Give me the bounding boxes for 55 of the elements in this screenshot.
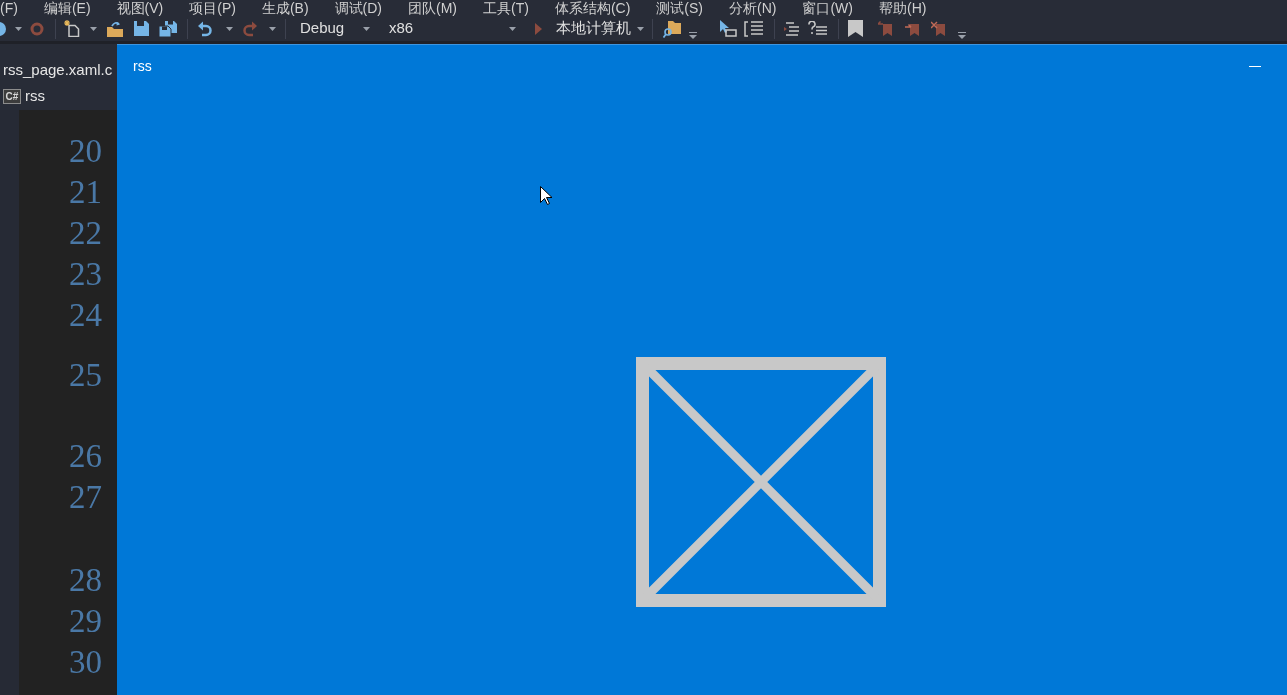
overflow-arrow-icon[interactable] <box>958 32 966 39</box>
line-number: 29 <box>69 603 102 639</box>
menu-item[interactable]: 生成(B) <box>261 0 309 16</box>
start-debugging-button[interactable]: 本地计算机 <box>530 17 650 40</box>
dropdown-arrow-icon[interactable] <box>637 26 644 31</box>
bracket-lines-icon[interactable] <box>744 19 764 38</box>
menu-item[interactable]: 视图(V) <box>116 0 164 16</box>
dropdown-arrow-icon[interactable] <box>15 26 22 31</box>
crossed-box-icon <box>636 357 886 607</box>
line-number: 28 <box>69 562 102 598</box>
undo-icon[interactable] <box>198 20 212 37</box>
line-number: 22 <box>69 215 102 251</box>
line-number: 20 <box>69 133 102 169</box>
line-number: 24 <box>69 297 102 333</box>
line-number: 26 <box>69 438 102 474</box>
dropdown-arrow-icon[interactable] <box>363 26 370 31</box>
new-item-icon[interactable] <box>64 20 80 37</box>
menu-item[interactable]: 帮助(H) <box>879 0 927 16</box>
menu-item[interactable]: 测试(S) <box>656 0 703 16</box>
file-tab[interactable]: rss_page.xaml.c <box>3 61 113 78</box>
file-type-badge: C# <box>3 88 21 104</box>
menu-item[interactable]: (F) <box>0 0 18 16</box>
next-bookmark-icon[interactable] <box>905 21 919 36</box>
save-icon[interactable] <box>134 21 149 36</box>
save-all-icon[interactable] <box>159 20 177 37</box>
menu-item[interactable]: 工具(T) <box>483 0 529 16</box>
menu-item[interactable]: 窗口(W) <box>802 0 853 16</box>
menu-item[interactable]: 调试(D) <box>334 0 382 16</box>
menu-item[interactable]: 体系结构(C) <box>554 0 631 16</box>
platform-dropdown[interactable]: x86 <box>384 17 524 40</box>
question-lines-icon[interactable] <box>808 20 828 37</box>
pointer-box-icon[interactable] <box>719 19 737 38</box>
dropdown-arrow-icon[interactable] <box>90 26 97 31</box>
line-number: 25 <box>69 357 102 393</box>
mouse-pointer-icon <box>540 186 552 205</box>
menu-item[interactable]: 项目(P) <box>189 0 236 16</box>
clear-bookmark-icon[interactable] <box>931 21 945 36</box>
configuration-dropdown[interactable]: Debug <box>290 17 384 40</box>
menu-item[interactable]: 团队(M) <box>408 0 457 16</box>
line-number: 27 <box>69 479 102 515</box>
indent-lines-icon[interactable] <box>784 21 800 36</box>
find-in-folder-icon[interactable] <box>663 19 681 38</box>
menu-item[interactable]: 分析(N) <box>729 0 777 16</box>
dropdown-arrow-icon[interactable] <box>269 26 276 31</box>
line-number: 23 <box>69 256 102 292</box>
navigation-type-name[interactable]: rss <box>25 86 45 106</box>
dropdown-arrow-icon[interactable] <box>226 26 233 31</box>
bookmark-icon[interactable] <box>848 20 863 37</box>
dropdown-arrow-icon[interactable] <box>509 26 516 31</box>
window-title: rss <box>132 57 152 76</box>
menu-item[interactable]: 编辑(E) <box>43 0 91 16</box>
overflow-arrow-icon[interactable] <box>689 32 697 39</box>
line-number: 30 <box>69 644 102 680</box>
line-number: 21 <box>69 174 102 210</box>
open-folder-icon[interactable] <box>106 20 124 37</box>
